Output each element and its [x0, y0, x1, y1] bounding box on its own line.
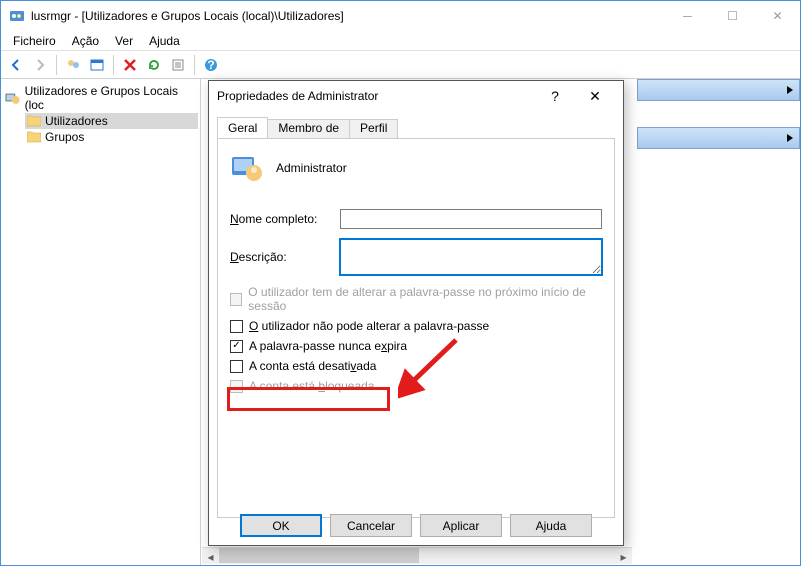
app-icon	[9, 8, 25, 24]
x-icon	[122, 57, 138, 73]
check-account-locked: A conta está bloqueada	[230, 379, 602, 393]
menu-ver[interactable]: Ver	[107, 32, 141, 50]
export-button[interactable]	[167, 54, 189, 76]
menubar: Ficheiro Ação Ver Ajuda	[1, 31, 800, 51]
action-header-2[interactable]	[637, 127, 800, 149]
users-icon	[65, 57, 81, 73]
check-account-disabled[interactable]: A conta está desativada	[230, 359, 602, 373]
svg-text:?: ?	[207, 58, 214, 72]
scroll-thumb[interactable]	[219, 548, 419, 563]
check-cannot-change[interactable]: O utilizador não pode alterar a palavra-…	[230, 319, 602, 333]
collapse-icon	[787, 86, 793, 94]
maximize-button[interactable]: ☐	[710, 2, 755, 31]
check-label: O utilizador tem de alterar a palavra-pa…	[248, 285, 602, 313]
dialog-button-row: OK Cancelar Aplicar Ajuda	[217, 514, 615, 537]
check-label: O utilizador não pode alterar a palavra-…	[249, 319, 489, 333]
horizontal-scrollbar[interactable]: ◂ ▸	[202, 547, 632, 564]
dialog-title: Propriedades de Administrator	[217, 89, 535, 103]
tab-strip: Geral Membro de Perfil	[209, 111, 623, 138]
titlebar: lusrmgr - [Utilizadores e Grupos Locais …	[1, 1, 800, 31]
check-must-change: O utilizador tem de alterar a palavra-pa…	[230, 285, 602, 313]
tree-grupos-label: Grupos	[45, 130, 84, 144]
properties-button[interactable]	[86, 54, 108, 76]
toolbar-separator	[194, 55, 195, 75]
checkbox-icon[interactable]	[230, 340, 243, 353]
minimize-button[interactable]: ─	[665, 2, 710, 31]
forward-button[interactable]	[29, 54, 51, 76]
checkbox-icon	[230, 293, 242, 306]
tree-pane: Utilizadores e Grupos Locais (loc Utiliz…	[1, 79, 201, 565]
tab-panel-geral: Administrator Nome completo: Descrição: …	[217, 138, 615, 518]
checkbox-icon	[230, 380, 243, 393]
row-desc: Descrição:	[230, 239, 602, 275]
user-avatar-icon	[230, 151, 264, 185]
add-group-button[interactable]	[62, 54, 84, 76]
help-button[interactable]: Ajuda	[510, 514, 592, 537]
help-icon: ?	[203, 57, 219, 73]
dialog-close-button[interactable]: ✕	[575, 88, 615, 105]
close-button[interactable]: ✕	[755, 2, 800, 31]
delete-button[interactable]	[119, 54, 141, 76]
action-header-1[interactable]	[637, 79, 800, 101]
folder-icon	[27, 131, 41, 143]
refresh-button[interactable]	[143, 54, 165, 76]
toolbar-separator	[113, 55, 114, 75]
tab-geral[interactable]: Geral	[217, 117, 268, 138]
scroll-right-button[interactable]: ▸	[615, 548, 632, 565]
ok-button[interactable]: OK	[240, 514, 322, 537]
folder-icon	[27, 115, 41, 127]
computer-users-icon	[5, 90, 21, 106]
actions-pane	[637, 79, 800, 149]
menu-acao[interactable]: Ação	[64, 32, 107, 50]
label-nome: Nome completo:	[230, 212, 340, 226]
tree-utilizadores[interactable]: Utilizadores	[25, 113, 198, 129]
label-desc: Descrição:	[230, 250, 340, 264]
row-nome: Nome completo:	[230, 209, 602, 229]
scroll-track[interactable]	[219, 548, 615, 564]
menu-ajuda[interactable]: Ajuda	[141, 32, 188, 50]
check-never-expires[interactable]: A palavra-passe nunca expira	[230, 339, 602, 353]
check-label: A conta está bloqueada	[249, 379, 374, 393]
scroll-left-button[interactable]: ◂	[202, 548, 219, 565]
window-title: lusrmgr - [Utilizadores e Grupos Locais …	[31, 9, 665, 23]
window-icon	[89, 57, 105, 73]
tree-utilizadores-label: Utilizadores	[45, 114, 108, 128]
refresh-icon	[146, 57, 162, 73]
collapse-icon	[787, 134, 793, 142]
help-button[interactable]: ?	[200, 54, 222, 76]
input-nome-completo[interactable]	[340, 209, 602, 229]
back-button[interactable]	[5, 54, 27, 76]
tab-membro[interactable]: Membro de	[267, 119, 350, 140]
tree-root-label: Utilizadores e Grupos Locais (loc	[25, 84, 196, 112]
apply-button[interactable]: Aplicar	[420, 514, 502, 537]
list-icon	[170, 57, 186, 73]
dialog-help-button[interactable]: ?	[535, 88, 575, 104]
toolbar: ?	[1, 51, 800, 79]
username-label: Administrator	[276, 161, 347, 175]
properties-dialog: Propriedades de Administrator ? ✕ Geral …	[208, 80, 624, 546]
tree-grupos[interactable]: Grupos	[25, 129, 198, 145]
tree-root[interactable]: Utilizadores e Grupos Locais (loc	[3, 83, 198, 113]
checkbox-icon[interactable]	[230, 320, 243, 333]
dialog-titlebar: Propriedades de Administrator ? ✕	[209, 81, 623, 111]
check-label: A palavra-passe nunca expira	[249, 339, 407, 353]
user-header: Administrator	[230, 151, 602, 185]
input-descricao[interactable]	[340, 239, 602, 275]
arrow-right-icon	[32, 57, 48, 73]
arrow-left-icon	[8, 57, 24, 73]
cancel-button[interactable]: Cancelar	[330, 514, 412, 537]
check-label: A conta está desativada	[249, 359, 376, 373]
tab-perfil[interactable]: Perfil	[349, 119, 398, 140]
menu-ficheiro[interactable]: Ficheiro	[5, 32, 64, 50]
toolbar-separator	[56, 55, 57, 75]
checkbox-icon[interactable]	[230, 360, 243, 373]
